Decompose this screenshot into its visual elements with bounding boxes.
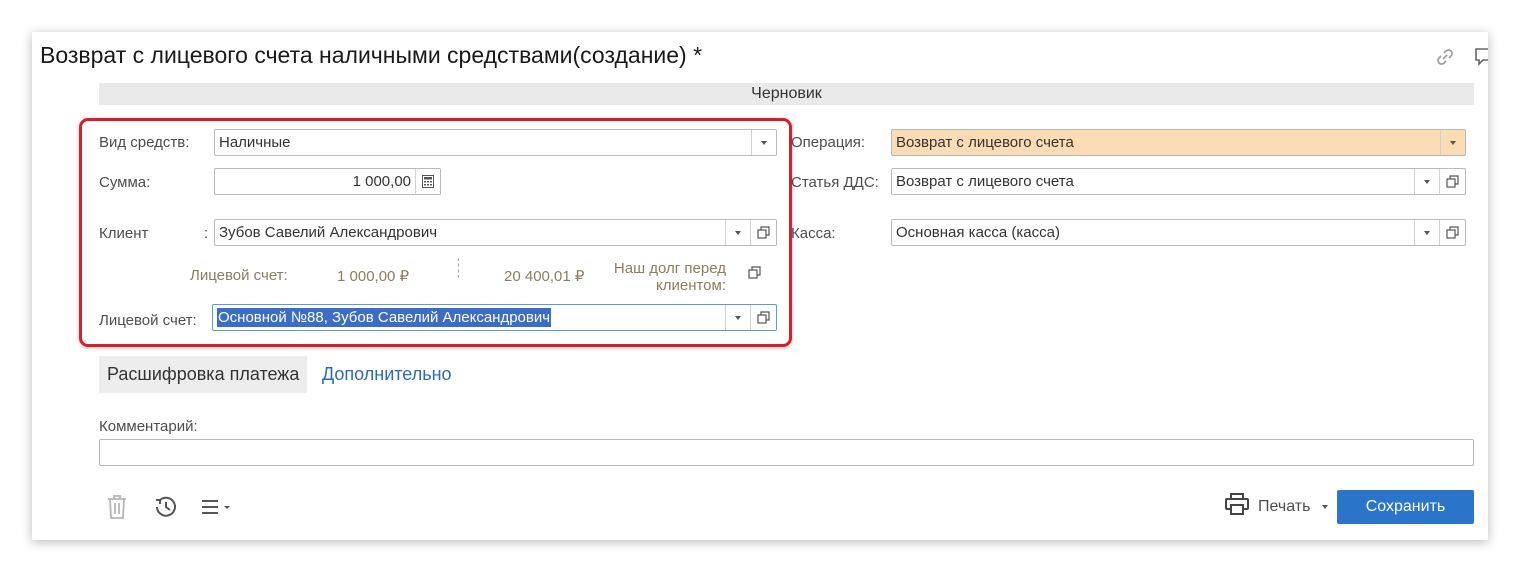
tab-payment-details[interactable]: Расшифровка платежа [99, 356, 308, 393]
title-tools [1434, 46, 1488, 68]
kassa-dropdown-button[interactable] [1414, 220, 1439, 245]
status-bar: Черновик [99, 83, 1474, 105]
dds-label: Статья ДДС: [791, 174, 879, 191]
tab-additional[interactable]: Дополнительно [322, 356, 452, 393]
link-icon[interactable] [1434, 46, 1456, 68]
operation-dropdown-button[interactable] [1440, 130, 1465, 155]
comment-label: Комментарий: [99, 418, 198, 435]
account-dropdown-button[interactable] [725, 305, 750, 330]
account-info-label: Лицевой счет: [190, 267, 288, 284]
summa-field[interactable]: 1 000,00 [214, 168, 441, 195]
kassa-label: Касса: [791, 225, 836, 242]
history-icon[interactable] [152, 494, 180, 520]
comment-input[interactable] [99, 439, 1474, 466]
client-value: Зубов Савелий Александрович [219, 224, 438, 241]
account-value: Основной №88, Зубов Савелий Александрови… [217, 308, 552, 327]
account-field[interactable]: Основной №88, Зубов Савелий Александрови… [212, 304, 777, 331]
open-in-window-icon[interactable] [750, 220, 776, 245]
open-in-window-icon[interactable] [750, 305, 776, 330]
account-label: Лицевой счет: [99, 312, 197, 329]
menu-icon[interactable] [200, 494, 234, 520]
save-button[interactable]: Сохранить [1337, 490, 1474, 524]
debt-label: Наш долг перед клиентом: [613, 260, 726, 294]
dds-field[interactable]: Возврат с лицевого счета [891, 168, 1466, 195]
dds-dropdown-button[interactable] [1414, 169, 1439, 194]
summa-value: 1 000,00 [352, 173, 411, 190]
chevron-down-icon [1322, 504, 1329, 509]
open-in-window-icon[interactable] [1439, 220, 1465, 245]
comment-icon[interactable] [1474, 46, 1488, 68]
dds-value: Возврат с лицевого счета [896, 173, 1074, 190]
vid-label: Вид средств: [99, 134, 190, 151]
open-in-window-icon[interactable] [1439, 169, 1465, 194]
vid-value: Наличные [219, 134, 291, 151]
client-field[interactable]: Зубов Савелий Александрович [214, 219, 777, 246]
open-in-window-icon[interactable] [748, 266, 764, 282]
account-value-wrap: Основной №88, Зубов Савелий Александрови… [213, 305, 725, 330]
client-dropdown-button[interactable] [725, 220, 750, 245]
print-label: Печать [1258, 497, 1311, 515]
client-colon: : [204, 225, 209, 242]
print-button[interactable]: Печать [1224, 492, 1329, 521]
trash-icon[interactable] [106, 494, 128, 520]
vid-field[interactable]: Наличные [214, 129, 777, 156]
page-title: Возврат с лицевого счета наличными средс… [40, 42, 703, 68]
printer-icon [1224, 492, 1250, 521]
calculator-icon[interactable] [415, 169, 440, 194]
vid-dropdown-button[interactable] [751, 130, 776, 155]
kassa-value: Основная касса (касса) [896, 224, 1060, 241]
client-label: Клиент [99, 225, 149, 242]
summa-label: Сумма: [99, 174, 151, 191]
account-balance: 1 000,00 ₽ [337, 268, 410, 285]
form-window: Возврат с лицевого счета наличными средс… [32, 32, 1488, 540]
operation-value: Возврат с лицевого счета [896, 134, 1074, 151]
info-separator [458, 258, 459, 278]
operation-field[interactable]: Возврат с лицевого счета [891, 129, 1466, 156]
operation-label: Операция: [791, 134, 866, 151]
debt-value: 20 400,01 ₽ [504, 268, 585, 285]
kassa-field[interactable]: Основная касса (касса) [891, 219, 1466, 246]
